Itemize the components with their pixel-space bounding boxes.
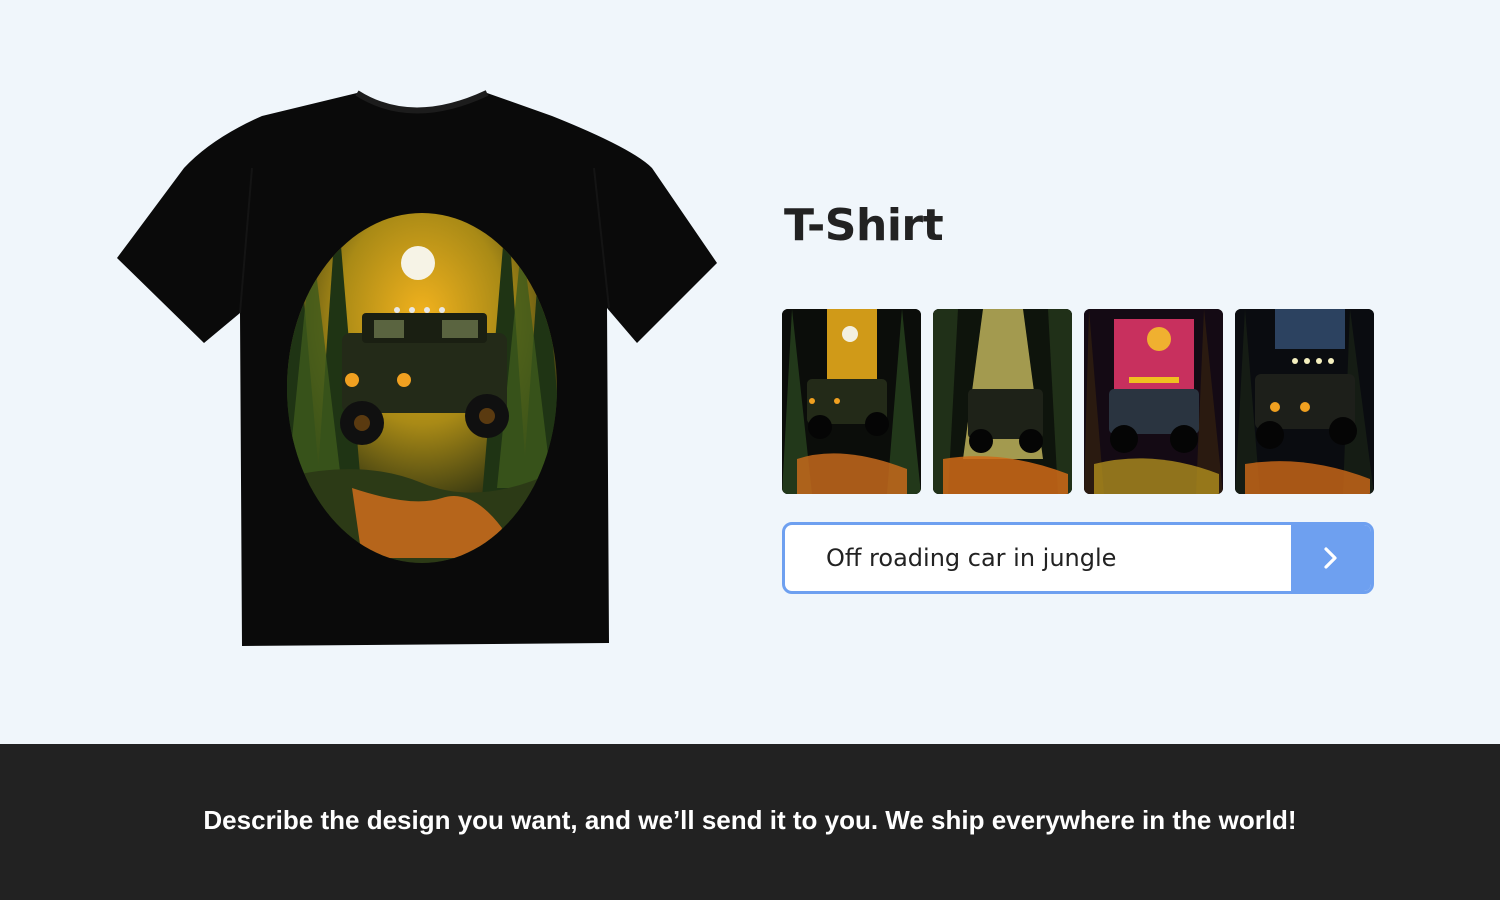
thumbnail-variant-1[interactable] — [782, 309, 921, 494]
thumbnail-image — [1084, 309, 1223, 494]
chevron-right-icon — [1324, 547, 1337, 569]
design-prompt-bar — [782, 522, 1374, 594]
design-thumbnails — [782, 309, 1374, 494]
product-title: T-Shirt — [784, 200, 944, 251]
submit-prompt-button[interactable] — [1291, 525, 1371, 591]
thumbnail-variant-2[interactable] — [933, 309, 1072, 494]
thumbnail-image — [933, 309, 1072, 494]
thumbnail-image — [1235, 309, 1374, 494]
thumbnail-image — [782, 309, 921, 494]
footer-message: Describe the design you want, and we’ll … — [203, 804, 1297, 835]
footer-banner: Describe the design you want, and we’ll … — [0, 744, 1500, 900]
thumbnail-variant-4[interactable] — [1235, 309, 1374, 494]
tshirt-preview — [112, 88, 722, 653]
hero-section: T-Shirt — [0, 0, 1500, 744]
tshirt-image — [117, 90, 717, 646]
design-prompt-input[interactable] — [785, 525, 1291, 591]
thumbnail-variant-3[interactable] — [1084, 309, 1223, 494]
